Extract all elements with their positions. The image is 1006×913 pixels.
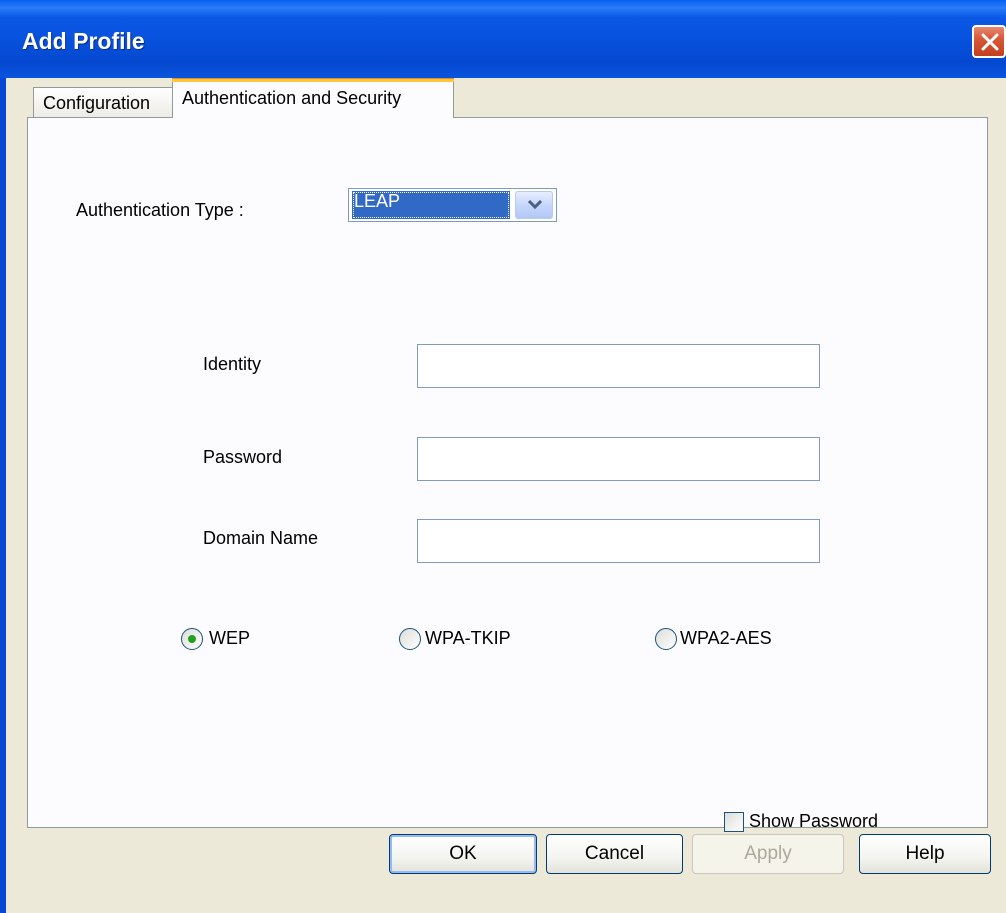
window-title: Add Profile [22,28,145,54]
show-password-label[interactable]: Show Password [749,811,878,832]
close-icon [981,33,999,51]
help-button[interactable]: Help [859,834,991,874]
dialog-body: Configuration Authentication and Securit… [6,78,1006,913]
tab-panel: Authentication Type : LEAP Identity Pass… [27,117,988,832]
wpa2-aes-label[interactable]: WPA2-AES [680,628,772,649]
identity-label: Identity [203,354,262,374]
authentication-type-dropdown-button[interactable] [515,191,553,219]
tab-configuration-label: Configuration [43,93,151,113]
authentication-type-value: LEAP [352,191,510,219]
wpa-tkip-radio[interactable] [399,628,421,650]
radio-selected-dot [188,635,196,643]
wpa2-aes-radio[interactable] [655,628,677,650]
password-field[interactable] [417,437,820,481]
tab-authentication-label: Authentication and Security [182,88,402,108]
authentication-type-select[interactable]: LEAP [348,188,557,222]
add-profile-window: Add Profile Configuration Authentication… [0,0,1006,913]
tab-configuration[interactable]: Configuration [33,87,173,117]
wep-label[interactable]: WEP [209,628,250,649]
domain-name-label: Domain Name [203,528,319,548]
title-bar[interactable]: Add Profile [0,0,1006,78]
close-button[interactable] [972,25,1006,58]
ok-button[interactable]: OK [389,834,537,874]
identity-field[interactable] [417,344,820,388]
authentication-type-label: Authentication Type : [76,200,244,220]
cancel-button[interactable]: Cancel [546,834,683,874]
password-label: Password [203,447,283,467]
show-password-checkbox[interactable] [724,812,744,832]
tab-authentication-and-security[interactable]: Authentication and Security [172,78,454,118]
domain-name-field[interactable] [417,519,820,563]
wpa-tkip-label[interactable]: WPA-TKIP [425,628,511,649]
wep-radio[interactable] [181,628,203,650]
chevron-down-icon [528,200,542,210]
apply-button[interactable]: Apply [692,834,844,874]
